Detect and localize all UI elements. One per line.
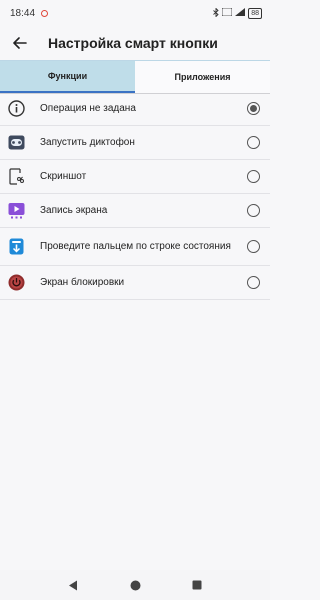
- recorder-icon: [7, 134, 25, 152]
- list-item[interactable]: Запись экрана: [0, 194, 270, 228]
- option-radio[interactable]: [247, 170, 260, 183]
- options-list: Операция не задана Запустить диктофон Ск…: [0, 92, 270, 300]
- battery-indicator: 88: [248, 7, 262, 19]
- nav-back-button[interactable]: [66, 578, 80, 592]
- tab-applications[interactable]: Приложения: [135, 61, 270, 93]
- option-radio[interactable]: [247, 240, 260, 253]
- list-item[interactable]: Экран блокировки: [0, 266, 270, 300]
- status-bar: 18:44 88: [0, 0, 270, 26]
- option-radio[interactable]: [247, 102, 260, 115]
- app-bar: Настройка смарт кнопки: [0, 26, 270, 60]
- square-icon: [192, 580, 202, 590]
- screen-record-icon: [7, 202, 25, 220]
- screenshot-icon: [7, 168, 25, 186]
- option-label: Запись экрана: [40, 204, 108, 216]
- tab-bar: Функции Приложения: [0, 60, 270, 94]
- list-item[interactable]: Запустить диктофон: [0, 126, 270, 160]
- system-nav-bar: [0, 570, 270, 600]
- list-item[interactable]: Проведите пальцем по строке состояния: [0, 228, 270, 266]
- nav-recents-button[interactable]: [190, 578, 204, 592]
- circle-icon: [130, 580, 140, 590]
- info-icon: [7, 100, 25, 118]
- option-label: Проведите пальцем по строке состояния: [40, 240, 231, 252]
- back-button[interactable]: [2, 26, 38, 60]
- option-radio[interactable]: [247, 276, 260, 289]
- arrow-left-icon: [13, 37, 27, 49]
- option-label: Скриншот: [40, 170, 87, 182]
- notification-dot-icon: [41, 9, 49, 17]
- triangle-left-icon: [69, 580, 77, 590]
- nav-home-button[interactable]: [128, 578, 142, 592]
- tab-functions[interactable]: Функции: [0, 61, 135, 93]
- option-radio[interactable]: [247, 136, 260, 149]
- bluetooth-icon: [213, 6, 219, 19]
- signal-icon: [235, 8, 246, 18]
- option-radio[interactable]: [247, 204, 260, 217]
- list-item[interactable]: Операция не задана: [0, 92, 270, 126]
- status-time: 18:44: [10, 7, 36, 19]
- network-icon: [221, 7, 233, 18]
- swipe-statusbar-icon: [7, 238, 25, 256]
- list-item[interactable]: Скриншот: [0, 160, 270, 194]
- lock-screen-icon: [7, 274, 25, 292]
- option-label: Операция не задана: [40, 102, 136, 114]
- page-title: Настройка смарт кнопки: [48, 35, 218, 51]
- option-label: Запустить диктофон: [40, 136, 135, 148]
- option-label: Экран блокировки: [40, 276, 125, 288]
